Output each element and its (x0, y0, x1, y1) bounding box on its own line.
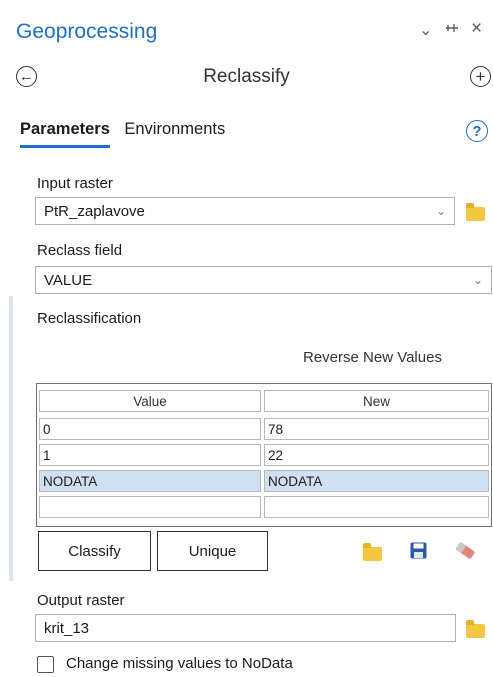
pin-icon[interactable] (445, 21, 459, 39)
output-raster-value: krit_13 (44, 619, 90, 637)
tool-name: Reclassify (203, 66, 290, 87)
section-accent-bar (9, 296, 13, 581)
new-cell[interactable]: 78 (264, 418, 489, 440)
window-controls: ⌄ × (413, 18, 493, 44)
missing-values-checkbox[interactable] (37, 656, 54, 673)
folder-icon[interactable] (466, 203, 486, 221)
classify-button[interactable]: Classify (38, 531, 151, 571)
tool-header: ← Reclassify + (0, 60, 493, 96)
table-row[interactable]: 0 78 (39, 418, 489, 440)
reclass-table: Value New 0 78 1 22 NODATA NODATA (36, 383, 492, 527)
close-icon[interactable]: × (471, 18, 482, 40)
value-cell[interactable]: NODATA (39, 470, 261, 492)
column-header-value[interactable]: Value (39, 390, 261, 412)
folder-icon[interactable] (363, 543, 385, 561)
table-row[interactable]: 1 22 (39, 444, 489, 466)
value-cell[interactable] (39, 496, 261, 518)
input-raster-label: Input raster (37, 175, 113, 192)
chevron-down-icon: ⌄ (435, 204, 446, 218)
value-cell[interactable]: 0 (39, 418, 261, 440)
tab-bar: Parameters Environments (20, 120, 235, 150)
reverse-new-values-button[interactable]: Reverse New Values (303, 349, 442, 366)
tab-parameters[interactable]: Parameters (20, 120, 110, 148)
reclass-field-value: VALUE (44, 271, 93, 289)
output-raster-label: Output raster (37, 592, 125, 609)
reclassification-label: Reclassification (37, 310, 142, 327)
folder-icon[interactable] (466, 620, 486, 638)
column-header-new[interactable]: New (264, 390, 489, 412)
unique-button[interactable]: Unique (157, 531, 268, 571)
input-raster-value: PtR_zaplavove (44, 202, 145, 220)
missing-values-label: Change missing values to NoData (66, 655, 293, 672)
value-cell[interactable]: 1 (39, 444, 261, 466)
input-raster-dropdown[interactable]: PtR_zaplavove ⌄ (35, 197, 455, 225)
new-cell[interactable]: NODATA (264, 470, 489, 492)
tab-environments[interactable]: Environments (124, 120, 225, 145)
dropdown-icon[interactable]: ⌄ (419, 20, 432, 40)
table-row-empty[interactable] (39, 496, 489, 518)
pane-title: Geoprocessing (16, 20, 158, 43)
chevron-down-icon: ⌄ (472, 273, 483, 287)
reclass-field-label: Reclass field (37, 242, 123, 259)
new-cell[interactable]: 22 (264, 444, 489, 466)
new-cell[interactable] (264, 496, 489, 518)
reclass-field-dropdown[interactable]: VALUE ⌄ (35, 266, 492, 294)
output-raster-input[interactable]: krit_13 (35, 614, 456, 642)
eraser-icon[interactable] (454, 541, 476, 566)
add-icon[interactable]: + (470, 66, 491, 87)
table-header-row: Value New (39, 390, 489, 412)
save-icon[interactable] (410, 542, 427, 564)
help-icon[interactable]: ? (466, 120, 488, 142)
table-row-selected[interactable]: NODATA NODATA (39, 470, 489, 492)
